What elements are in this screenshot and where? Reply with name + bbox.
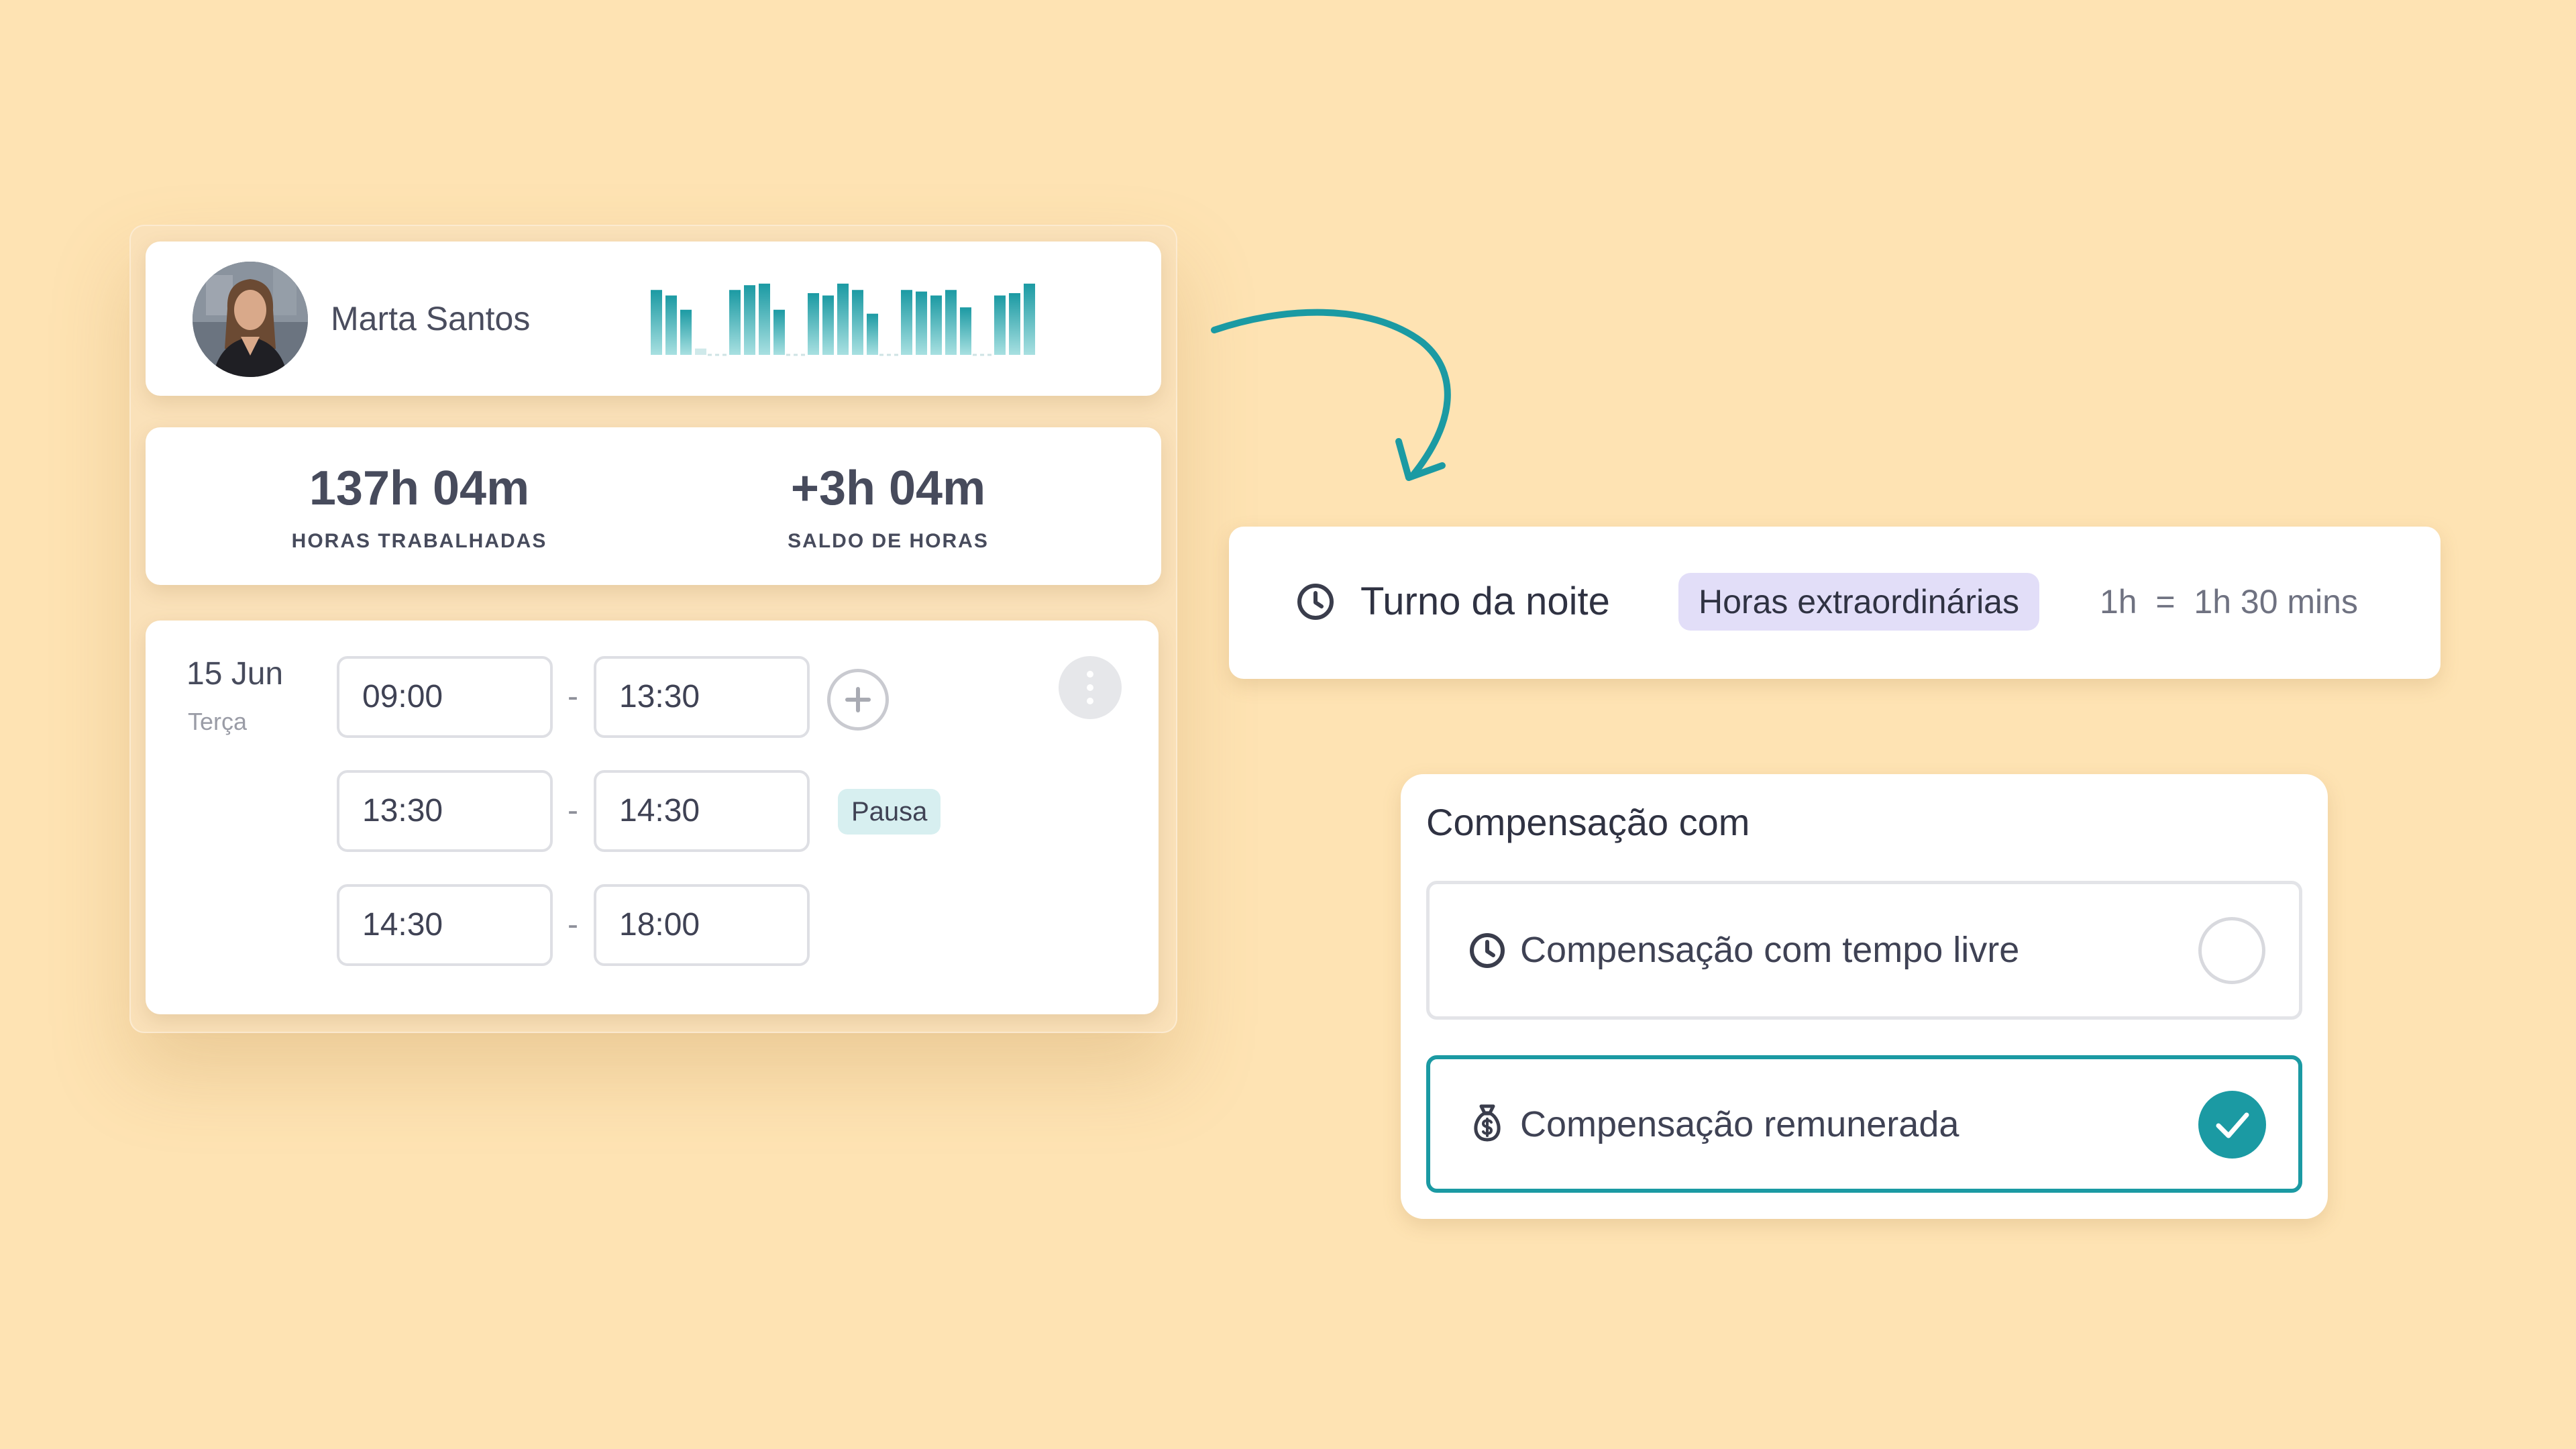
add-period-button[interactable] xyxy=(827,669,889,731)
end-time-input[interactable]: 13:30 xyxy=(594,656,810,738)
worked-hours-value: 137h 04m xyxy=(309,462,530,515)
activity-bar xyxy=(744,285,755,355)
option-paid-label: Compensação remunerada xyxy=(1520,1104,1960,1144)
activity-bar xyxy=(901,290,912,355)
activity-bar xyxy=(651,290,662,355)
activity-bar xyxy=(852,290,863,355)
activity-bar xyxy=(945,290,957,355)
start-time-input[interactable]: 14:30 xyxy=(337,884,553,966)
hours-balance-label: SALDO DE HORAS xyxy=(788,530,989,552)
option-time-off-label: Compensação com tempo livre xyxy=(1520,930,2020,970)
activity-bar xyxy=(680,309,692,355)
activity-bar xyxy=(822,295,834,355)
overtime-badge: Horas extraordinárias xyxy=(1678,573,2039,631)
curved-arrow-icon xyxy=(1211,309,1451,481)
shift-title: Turno da noite xyxy=(1360,580,1610,623)
entry-weekday: Terça xyxy=(188,708,248,735)
user-name: Marta Santos xyxy=(331,300,531,337)
worked-hours-label: HORAS TRABALHADAS xyxy=(291,530,547,552)
activity-bar xyxy=(808,292,819,355)
start-time-input[interactable]: 13:30 xyxy=(337,770,553,852)
money-bag-icon xyxy=(1474,1104,1501,1142)
entry-date: 15 Jun xyxy=(186,656,284,692)
start-time-input[interactable]: 09:00 xyxy=(337,656,553,738)
more-options-button[interactable] xyxy=(1059,656,1122,719)
avatar xyxy=(193,262,308,377)
more-vertical-icon xyxy=(1087,671,1093,678)
radio-unselected[interactable] xyxy=(2198,917,2265,984)
activity-bar xyxy=(729,290,741,355)
time-separator: - xyxy=(568,679,578,714)
activity-bar xyxy=(759,283,770,355)
time-separator: - xyxy=(568,907,578,943)
clock-icon xyxy=(1470,933,1505,968)
more-vertical-icon-dot xyxy=(1087,684,1093,691)
pause-badge: Pausa xyxy=(838,789,941,835)
activity-bar xyxy=(867,313,878,355)
activity-bar xyxy=(960,307,971,355)
activity-bar xyxy=(916,291,927,355)
activity-mini-chart xyxy=(651,283,1035,356)
activity-bar xyxy=(837,283,849,355)
end-time-input[interactable]: 14:30 xyxy=(594,770,810,852)
more-vertical-icon-dot xyxy=(1087,698,1093,704)
activity-bar xyxy=(1024,283,1035,355)
activity-bar xyxy=(665,295,677,355)
hours-balance-value: +3h 04m xyxy=(790,462,986,515)
activity-bar xyxy=(994,295,1006,355)
activity-bar xyxy=(773,309,785,355)
end-time-input[interactable]: 18:00 xyxy=(594,884,810,966)
activity-bar xyxy=(695,348,706,355)
activity-bar xyxy=(1009,292,1020,355)
time-separator: - xyxy=(568,793,578,828)
checkmark-icon xyxy=(2216,1112,2249,1138)
activity-bar xyxy=(930,295,942,355)
compensation-title: Compensação com xyxy=(1426,801,1750,843)
overtime-ratio: 1h = 1h 30 mins xyxy=(2100,583,2358,621)
radio-selected[interactable] xyxy=(2198,1091,2266,1159)
clock-icon xyxy=(1297,584,1334,620)
